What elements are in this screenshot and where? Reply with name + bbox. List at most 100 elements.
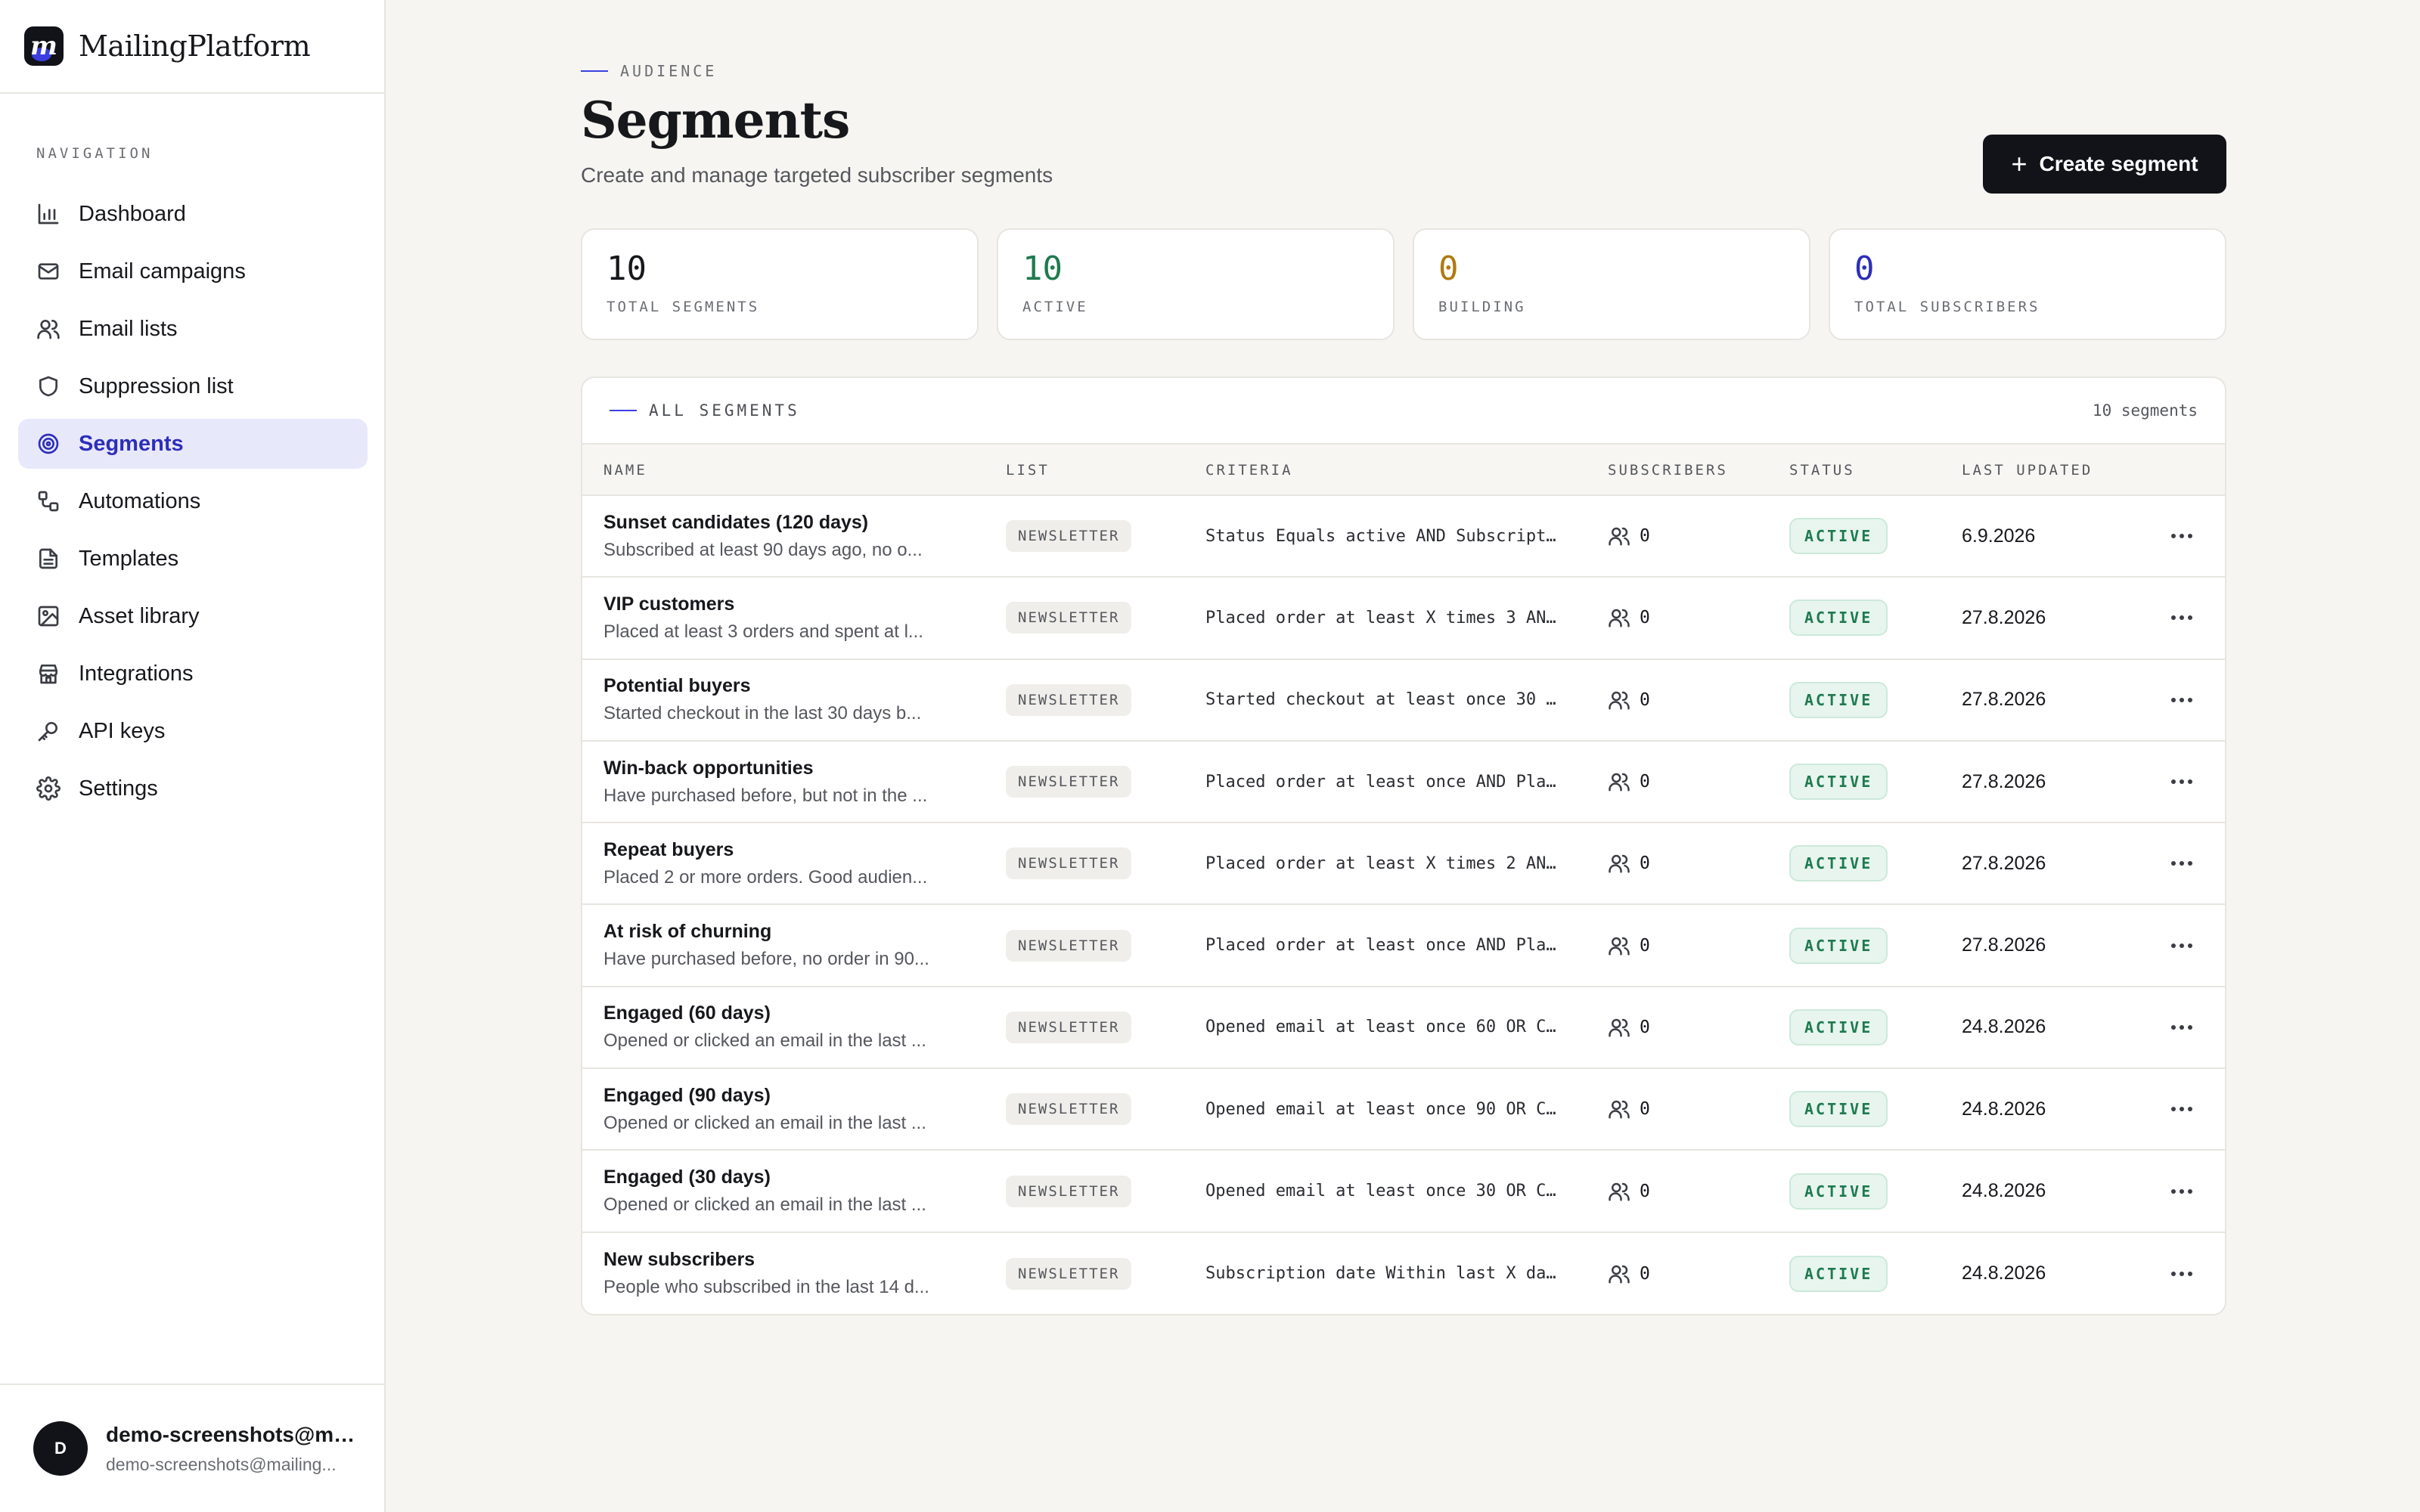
sidebar-item-label: API keys bbox=[79, 718, 166, 743]
sidebar-item-label: Templates bbox=[79, 546, 179, 571]
more-horizontal-icon bbox=[2171, 697, 2192, 702]
nav-heading: NAVIGATION bbox=[36, 145, 154, 162]
segment-criteria: Placed order at least X times 2 AND … bbox=[1205, 854, 1561, 873]
table-row[interactable]: New subscribers People who subscribed in… bbox=[582, 1233, 2225, 1314]
user-name: demo-screenshots@ma... bbox=[106, 1422, 363, 1446]
segment-description: Placed at least 3 orders and spent at l.… bbox=[603, 621, 923, 642]
segment-name[interactable]: Win-back opportunities bbox=[603, 758, 814, 779]
table-row[interactable]: Potential buyers Started checkout in the… bbox=[582, 660, 2225, 742]
subscriber-count: 0 bbox=[1640, 1099, 1650, 1120]
column-header-last-updated[interactable]: LAST UPDATED bbox=[1962, 445, 2093, 496]
segment-name[interactable]: Engaged (30 days) bbox=[603, 1167, 771, 1188]
table-row[interactable]: Sunset candidates (120 days) Subscribed … bbox=[582, 496, 2225, 578]
row-actions-button[interactable] bbox=[2163, 496, 2201, 576]
column-header-criteria[interactable]: CRITERIA bbox=[1205, 445, 1293, 496]
segment-name[interactable]: Sunset candidates (120 days) bbox=[603, 512, 868, 534]
segment-description: Subscribed at least 90 days ago, no o... bbox=[603, 539, 923, 560]
gear-icon bbox=[36, 776, 60, 801]
sidebar-item-suppression-list[interactable]: Suppression list bbox=[18, 361, 368, 411]
more-horizontal-icon bbox=[2171, 943, 2192, 948]
users-icon bbox=[1609, 527, 1630, 546]
brand-name: MailingPlatform bbox=[79, 29, 311, 63]
table-row[interactable]: Repeat buyers Placed 2 or more orders. G… bbox=[582, 823, 2225, 906]
more-horizontal-icon bbox=[2171, 779, 2192, 785]
row-actions-button[interactable] bbox=[2163, 578, 2201, 658]
segment-name[interactable]: Engaged (90 days) bbox=[603, 1085, 771, 1107]
table-row[interactable]: VIP customers Placed at least 3 orders a… bbox=[582, 578, 2225, 660]
sidebar-item-segments[interactable]: Segments bbox=[18, 419, 368, 469]
table-column-headers: NAME LIST CRITERIA SUBSCRIBERS STATUS LA… bbox=[582, 445, 2225, 496]
list-badge: NEWSLETTER bbox=[1006, 1257, 1132, 1290]
segment-criteria: Placed order at least X times 3 AND … bbox=[1205, 608, 1561, 627]
subscriber-count: 0 bbox=[1640, 1181, 1650, 1201]
sidebar-item-integrations[interactable]: Integrations bbox=[18, 649, 368, 699]
table-row[interactable]: Engaged (30 days) Opened or clicked an e… bbox=[582, 1151, 2225, 1233]
file-text-icon bbox=[39, 548, 57, 569]
row-actions-button[interactable] bbox=[2163, 660, 2201, 740]
sidebar-item-dashboard[interactable]: Dashboard bbox=[18, 189, 368, 239]
list-badge: NEWSLETTER bbox=[1006, 1011, 1132, 1043]
column-header-name[interactable]: NAME bbox=[603, 445, 647, 496]
row-actions-button[interactable] bbox=[2163, 1233, 2201, 1314]
row-actions-button[interactable] bbox=[2163, 987, 2201, 1067]
create-segment-button[interactable]: + Create segment bbox=[1983, 135, 2226, 194]
status-badge: ACTIVE bbox=[1789, 1255, 1888, 1292]
status-badge: ACTIVE bbox=[1789, 927, 1888, 964]
table-body: Sunset candidates (120 days) Subscribed … bbox=[582, 496, 2225, 1314]
last-updated-date: 24.8.2026 bbox=[1962, 1016, 2046, 1038]
segment-name[interactable]: Repeat buyers bbox=[603, 839, 734, 861]
last-updated-date: 27.8.2026 bbox=[1962, 852, 2046, 874]
row-actions-button[interactable] bbox=[2163, 1151, 2201, 1231]
row-actions-button[interactable] bbox=[2163, 905, 2201, 985]
segment-description: Have purchased before, but not in the ..… bbox=[603, 785, 928, 806]
row-actions-button[interactable] bbox=[2163, 823, 2201, 903]
column-header-status[interactable]: STATUS bbox=[1789, 445, 1855, 496]
sidebar-item-templates[interactable]: Templates bbox=[18, 534, 368, 584]
more-horizontal-icon bbox=[2171, 1188, 2192, 1194]
segment-description: Opened or clicked an email in the last .… bbox=[603, 1194, 926, 1216]
user-profile[interactable]: D demo-screenshots@ma... demo-screenshot… bbox=[0, 1383, 384, 1512]
row-actions-button[interactable] bbox=[2163, 1069, 2201, 1149]
sidebar-item-automations[interactable]: Automations bbox=[18, 476, 368, 526]
column-header-list[interactable]: LIST bbox=[1006, 445, 1050, 496]
subscriber-count: 0 bbox=[1640, 854, 1650, 874]
breadcrumb: AUDIENCE bbox=[581, 62, 717, 80]
table-title: ALL SEGMENTS bbox=[649, 401, 800, 420]
sidebar-item-asset-library[interactable]: Asset library bbox=[18, 591, 368, 641]
segment-name[interactable]: Engaged (60 days) bbox=[603, 1002, 771, 1024]
list-badge: NEWSLETTER bbox=[1006, 847, 1132, 880]
stat-label: BUILDING bbox=[1438, 299, 1526, 315]
breadcrumb-label: AUDIENCE bbox=[620, 62, 718, 80]
sidebar-item-api-keys[interactable]: API keys bbox=[18, 706, 368, 756]
sidebar-item-email-campaigns[interactable]: Email campaigns bbox=[18, 246, 368, 296]
subscriber-count: 0 bbox=[1640, 608, 1650, 628]
segment-name[interactable]: Potential buyers bbox=[603, 675, 751, 697]
segment-name[interactable]: VIP customers bbox=[603, 593, 734, 615]
table-row[interactable]: Engaged (90 days) Opened or clicked an e… bbox=[582, 1069, 2225, 1151]
row-actions-button[interactable] bbox=[2163, 742, 2201, 822]
table-row[interactable]: Engaged (60 days) Opened or clicked an e… bbox=[582, 987, 2225, 1070]
segment-name[interactable]: New subscribers bbox=[603, 1249, 755, 1271]
table-row[interactable]: At risk of churning Have purchased befor… bbox=[582, 905, 2225, 987]
column-header-subscribers[interactable]: SUBSCRIBERS bbox=[1608, 445, 1728, 496]
sidebar-item-email-lists[interactable]: Email lists bbox=[18, 304, 368, 354]
segment-criteria: Subscription date Within last X days… bbox=[1205, 1264, 1561, 1284]
more-horizontal-icon bbox=[2171, 1107, 2192, 1112]
sidebar-item-label: Integrations bbox=[79, 661, 194, 686]
last-updated-date: 27.8.2026 bbox=[1962, 934, 2046, 956]
segment-name[interactable]: At risk of churning bbox=[603, 921, 771, 943]
table-header-bar: ALL SEGMENTS 10 segments bbox=[582, 378, 2225, 445]
last-updated-date: 24.8.2026 bbox=[1962, 1263, 2046, 1284]
sidebar-item-label: Asset library bbox=[79, 603, 200, 628]
last-updated-date: 24.8.2026 bbox=[1962, 1098, 2046, 1120]
stat-total-segments: 10 TOTAL SEGMENTS bbox=[581, 228, 979, 340]
more-horizontal-icon bbox=[2171, 615, 2192, 621]
sidebar-item-settings[interactable]: Settings bbox=[18, 764, 368, 813]
stat-value: 10 bbox=[607, 249, 647, 288]
subscriber-count: 0 bbox=[1640, 935, 1650, 956]
stat-total-subscribers: 0 TOTAL SUBSCRIBERS bbox=[1829, 228, 2226, 340]
table-row[interactable]: Win-back opportunities Have purchased be… bbox=[582, 742, 2225, 824]
subscriber-count: 0 bbox=[1640, 526, 1650, 547]
more-horizontal-icon bbox=[2171, 1271, 2192, 1276]
brand[interactable]: m MailingPlatform bbox=[0, 0, 384, 94]
